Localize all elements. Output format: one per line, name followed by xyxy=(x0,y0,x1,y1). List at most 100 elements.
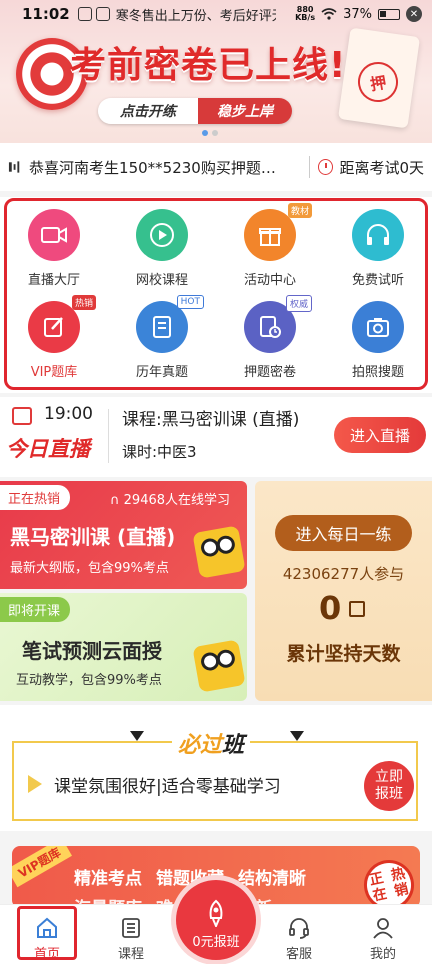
feature-grid: 直播大厅 网校课程 教材 活动中心 免费试听 热销 VIP题库 HOT 历年真题 xyxy=(0,197,432,393)
menu-label: 网校课程 xyxy=(135,273,188,288)
daily-practice-button[interactable]: 进入每日一练 xyxy=(275,515,412,551)
upcoming-course-card[interactable]: 即将开课 笔试预测云面授 互动教学，包含99%考点 xyxy=(0,593,247,701)
home-icon xyxy=(37,917,57,938)
daily-practice-card[interactable]: 进入每日一练 42306277人参与 0 累计坚持天数 xyxy=(255,481,432,701)
hot-tag: 正在热销 xyxy=(0,485,71,510)
menu-label: VIP题库 xyxy=(30,365,78,380)
live-time: 19:00 xyxy=(44,404,93,424)
edit-icon: 热销 xyxy=(28,295,96,353)
menu-label: 历年真题 xyxy=(135,365,188,380)
menu-predicted-papers[interactable]: 权威 押题密卷 xyxy=(216,295,324,387)
notice-bar[interactable]: 恭喜河南考生150**5230购买押题… 距离考试0天 xyxy=(0,143,432,191)
play-icon xyxy=(136,209,188,261)
tab-label: 我的 xyxy=(369,947,396,962)
badge: 教材 xyxy=(287,203,312,218)
tab-service[interactable]: 客服 xyxy=(264,911,334,963)
exam-countdown: 距离考试0天 xyxy=(339,158,424,177)
class-title: 必过班 xyxy=(172,727,251,759)
status-ticker: 寒冬售出上万份、考后好评无数 xyxy=(115,8,276,24)
tv-icon xyxy=(12,407,32,425)
top-banner[interactable]: 11:02 寒冬售出上万份、考后好评无数 880 KB/s 37% ✕ 考前密卷… xyxy=(0,0,432,143)
vip-ribbon: VIP题库 xyxy=(12,846,72,888)
headphones-icon: ∩ xyxy=(110,493,120,508)
live-course: 课程:黑马密训课 (直播) xyxy=(122,410,300,430)
enter-live-button[interactable]: 进入直播 xyxy=(334,417,426,453)
headset-icon xyxy=(289,918,309,939)
class-desc: 课堂氛围很好|适合零基础学习 xyxy=(54,777,281,797)
vip-features: 精准考点 错题收藏 结构清晰 xyxy=(74,864,306,889)
hot-sale-seal: 正在 热销 xyxy=(359,855,419,908)
free-enroll-button[interactable]: 0元报班 xyxy=(176,880,256,960)
decor-triangle xyxy=(290,731,304,741)
tab-label: 首页 xyxy=(33,947,60,962)
mascot-icon xyxy=(192,639,246,693)
status-bar: 11:02 寒冬售出上万份、考后好评无数 880 KB/s 37% ✕ xyxy=(0,0,432,28)
divider xyxy=(108,409,109,463)
decor-triangle xyxy=(130,731,144,741)
badge: 热销 xyxy=(71,295,96,310)
divider xyxy=(309,156,311,178)
book-icon xyxy=(122,918,140,938)
tab-home[interactable]: 首页 xyxy=(12,911,82,963)
menu-online-courses[interactable]: 网校课程 xyxy=(108,203,216,295)
carousel-dot xyxy=(212,130,218,136)
banner-title: 考前密卷已上线! xyxy=(70,45,347,86)
hot-course-card[interactable]: 正在热销 ∩ 29468人在线学习 黑马密训课 (直播) 最新大纲版，包含99%… xyxy=(0,481,247,589)
headphones-icon xyxy=(352,209,404,261)
speaker-icon xyxy=(8,161,20,173)
close-icon[interactable]: ✕ xyxy=(406,6,422,22)
person-icon xyxy=(373,918,393,939)
menu-label: 活动中心 xyxy=(243,273,296,288)
network-speed: 880 KB/s xyxy=(295,5,316,22)
status-time: 11:02 xyxy=(22,5,70,23)
status-right: 880 KB/s 37% ✕ xyxy=(295,6,422,22)
carousel-dot-active xyxy=(202,130,208,136)
document-icon: HOT xyxy=(136,295,204,353)
live-hours: 课时:中医3 xyxy=(122,443,197,461)
menu-label: 免费试听 xyxy=(351,273,404,288)
streak-value: 0 xyxy=(319,589,342,627)
streak-label: 累计坚持天数 xyxy=(286,643,401,665)
menu-past-exams[interactable]: HOT 历年真题 xyxy=(108,295,216,387)
video-camera-icon xyxy=(28,209,80,261)
camera-icon xyxy=(352,301,404,353)
free-enroll-label: 0元报班 xyxy=(192,935,240,950)
hot-course-title: 黑马密训课 (直播) xyxy=(10,525,176,549)
vip-feature: 精准考点 xyxy=(74,869,142,889)
banner-pill-left[interactable]: 点击开练 xyxy=(98,98,198,124)
hot-course-sub: 最新大纲版，包含99%考点 xyxy=(10,561,169,576)
battery-icon xyxy=(378,8,400,20)
menu-live-hall[interactable]: 直播大厅 xyxy=(0,203,108,295)
notification-icon xyxy=(77,7,92,21)
menu-vip-question-bank[interactable]: 热销 VIP题库 xyxy=(0,295,108,387)
menu-label: 直播大厅 xyxy=(27,273,80,288)
today-live[interactable]: 19:00 今日直播 课程:黑马密训课 (直播) 课时:中医3 进入直播 xyxy=(0,397,432,477)
today-live-label: 今日直播 xyxy=(6,437,90,461)
banner-pill[interactable]: 点击开练 稳步上岸 xyxy=(98,98,292,124)
menu-label: 拍照搜题 xyxy=(351,365,404,380)
participant-count: 42306277人参与 xyxy=(282,565,405,583)
join-label: 立即 报班 xyxy=(375,769,403,802)
menu-activity-center[interactable]: 教材 活动中心 xyxy=(216,203,324,295)
menu-label: 押题密卷 xyxy=(243,365,296,380)
gift-icon: 教材 xyxy=(244,203,312,261)
wifi-icon xyxy=(321,8,337,20)
status-app-icons xyxy=(77,7,110,21)
paper-clock-icon: 权威 xyxy=(244,295,312,353)
tab-course[interactable]: 课程 xyxy=(96,911,166,963)
join-class-button[interactable]: 立即 报班 xyxy=(364,761,414,811)
badge: 权威 xyxy=(285,295,312,312)
tab-label: 课程 xyxy=(117,947,144,962)
alarm-clock-icon xyxy=(318,159,334,175)
menu-free-trial[interactable]: 免费试听 xyxy=(324,203,432,295)
menu-photo-search[interactable]: 拍照搜题 xyxy=(324,295,432,387)
upcoming-course-sub: 互动教学，包含99%考点 xyxy=(16,673,162,688)
carousel-dots xyxy=(202,130,218,136)
rocket-icon xyxy=(209,899,223,927)
battery-percent: 37% xyxy=(343,6,372,22)
class-section[interactable]: 必过班 课堂氛围很好|适合零基础学习 立即 报班 xyxy=(0,705,432,831)
mascot-icon xyxy=(192,525,246,579)
banner-pill-right: 稳步上岸 xyxy=(198,98,292,124)
tab-label: 客服 xyxy=(285,947,312,962)
tab-mine[interactable]: 我的 xyxy=(348,911,418,963)
